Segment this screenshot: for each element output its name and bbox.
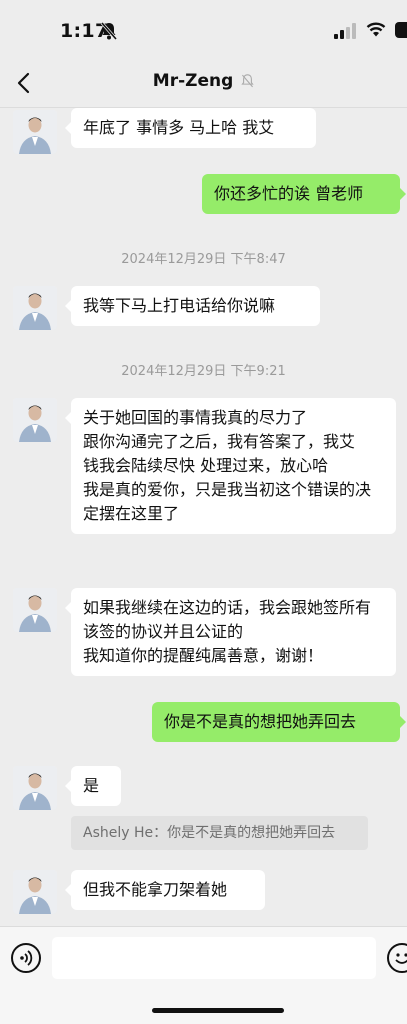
chat-title: Mr-Zeng (0, 71, 407, 91)
avatar[interactable] (13, 286, 57, 330)
status-bar: 1:17 (0, 0, 407, 58)
nav-bar: Mr-Zeng (0, 58, 407, 108)
message-bubble-incoming[interactable]: 但我不能拿刀架着她 (65, 870, 265, 910)
avatar[interactable] (13, 588, 57, 632)
avatar[interactable] (13, 110, 57, 154)
chat-message-list[interactable]: 年底了 事情多 马上哈 我艾 你还多忙的诶 曾老师 2024年12月29日 下午… (0, 108, 407, 926)
voice-icon (20, 950, 33, 966)
battery-icon (395, 22, 407, 38)
message-bubble-incoming[interactable]: 关于她回国的事情我真的尽力了 跟你沟通完了之后，我有答案了，我艾 钱我会陆续尽快… (65, 398, 396, 534)
home-indicator[interactable] (152, 1008, 284, 1013)
timestamp: 2024年12月29日 下午8:47 (121, 252, 286, 267)
emoji-icon (395, 953, 407, 964)
avatar-photo-icon (13, 870, 57, 914)
message-bubble-incoming[interactable]: 年底了 事情多 马上哈 我艾 (65, 108, 316, 148)
avatar-photo-icon (13, 398, 57, 442)
quoted-reply[interactable]: Ashely He：你是不是真的想把她弄回去 (71, 816, 368, 850)
bell-off-icon (101, 22, 117, 40)
avatar-photo-icon (13, 766, 57, 810)
timestamp: 2024年12月29日 下午9:21 (121, 364, 286, 379)
message-bubble-outgoing[interactable]: 你是不是真的想把她弄回去 (152, 702, 406, 742)
emoji-button[interactable] (387, 943, 407, 973)
avatar[interactable] (13, 398, 57, 442)
chat-title-text: Mr-Zeng (152, 71, 234, 91)
avatar-photo-icon (13, 110, 57, 154)
message-bubble-incoming[interactable]: 我等下马上打电话给你说嘛 (65, 286, 320, 326)
wifi-icon (366, 22, 386, 37)
avatar[interactable] (13, 766, 57, 810)
avatar[interactable] (13, 870, 57, 914)
avatar-photo-icon (13, 286, 57, 330)
message-input[interactable] (52, 937, 376, 979)
message-bubble-incoming[interactable]: 是 (65, 766, 121, 806)
avatar-photo-icon (13, 588, 57, 632)
bell-off-icon (241, 74, 254, 88)
voice-input-button[interactable] (11, 943, 41, 973)
signal-icon (334, 23, 356, 39)
message-bubble-outgoing[interactable]: 你还多忙的诶 曾老师 (202, 174, 406, 214)
message-bubble-incoming[interactable]: 如果我继续在这边的话，我会跟她签所有该签的协议并且公证的 我知道你的提醒纯属善意… (65, 588, 396, 676)
